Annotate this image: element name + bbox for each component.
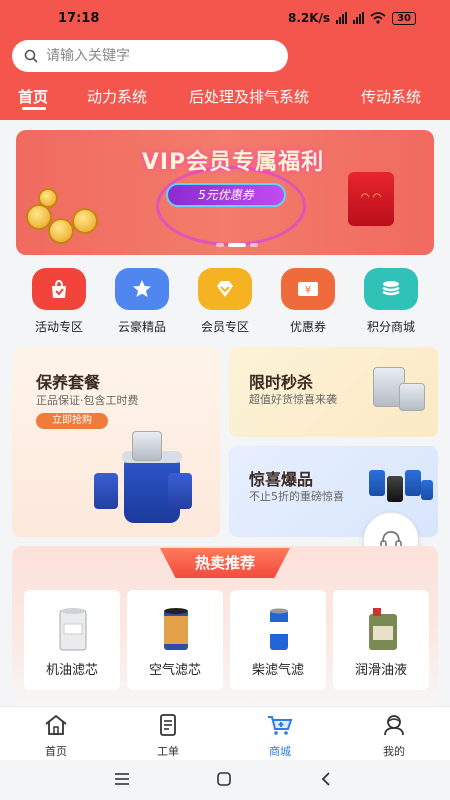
tab-transmission-system[interactable]: 传动系统	[361, 86, 421, 107]
air-filter-image	[164, 608, 188, 650]
product-card-air-filter[interactable]: 空气滤芯	[127, 590, 223, 690]
card-title: 保养套餐	[36, 373, 101, 392]
quick-item-label: 会员专区	[200, 320, 249, 334]
system-nav-bar	[0, 760, 450, 800]
nav-label: 工单	[157, 745, 179, 758]
product-label: 机油滤芯	[45, 663, 98, 678]
oil-filter-image	[59, 608, 87, 651]
card-subtitle: 不止5折的重磅惊喜	[249, 490, 344, 503]
banner-title: VIP会员专属福利	[141, 150, 325, 175]
search-input[interactable]	[46, 48, 266, 64]
back-icon[interactable]	[320, 771, 332, 787]
hot-recommend-title: 热卖推荐	[160, 548, 290, 578]
coins-illustration	[22, 184, 112, 248]
star-icon	[115, 268, 169, 310]
quick-item-label: 积分商城	[366, 320, 415, 334]
nav-mall[interactable]: 商城	[240, 713, 320, 759]
tab-exhaust-system[interactable]: 后处理及排气系统	[189, 86, 309, 107]
quick-item-label: 活动专区	[34, 320, 83, 334]
card-title: 惊喜爆品	[249, 470, 314, 489]
tab-active-indicator	[22, 107, 46, 110]
product-card-diesel-filter[interactable]: 柴滤气滤	[230, 590, 326, 690]
diamond-icon	[198, 268, 252, 310]
cart-icon	[268, 716, 293, 735]
profile-icon	[384, 715, 404, 736]
signal-icon-2	[353, 12, 365, 24]
product-label: 柴滤气滤	[251, 663, 304, 678]
product-card-lubricant[interactable]: 润滑油液	[333, 590, 429, 690]
nav-profile[interactable]: 我的	[354, 713, 434, 759]
buy-now-button[interactable]: 立即抢购	[36, 413, 108, 429]
home-square-icon[interactable]	[216, 771, 232, 787]
status-time: 17:18	[58, 10, 100, 26]
status-bar: 17:18 8.2K/s 30	[0, 0, 450, 36]
product-label: 空气滤芯	[148, 663, 201, 678]
order-icon	[160, 714, 176, 736]
bag-icon	[32, 268, 86, 310]
quick-item-member[interactable]: 会员专区	[185, 268, 265, 335]
wifi-icon	[370, 12, 386, 24]
tab-power-system[interactable]: 动力系统	[87, 86, 147, 107]
red-envelope-icon: ◠ ◠	[348, 172, 394, 226]
quick-item-label: 优惠券	[289, 320, 326, 334]
product-card-oil-filter[interactable]: 机油滤芯	[24, 590, 120, 690]
flash-sale-card[interactable]: 限时秒杀 超值好货惊喜来袭	[229, 347, 438, 437]
maintenance-package-card[interactable]: 保养套餐 正品保证·包含工时费 立即抢购	[12, 347, 220, 537]
search-icon	[24, 49, 38, 63]
svg-text:¥: ¥	[305, 285, 311, 296]
tab-home[interactable]: 首页	[18, 86, 48, 107]
status-indicators: 8.2K/s 30	[288, 11, 416, 25]
hot-recommend-section: 热卖推荐 机油滤芯 空气滤芯 柴滤气滤 润滑油液	[12, 546, 438, 706]
quick-item-label: 云豪精品	[117, 320, 166, 334]
card-title: 限时秒杀	[249, 373, 314, 392]
nav-label: 我的	[383, 745, 405, 758]
nav-work-order[interactable]: 工单	[128, 713, 208, 759]
coins-icon	[364, 268, 418, 310]
banner[interactable]: VIP会员专属福利 5元优惠券 ◠ ◠	[16, 130, 434, 255]
quick-item-premium[interactable]: 云豪精品	[102, 268, 182, 335]
header: 首页 动力系统 后处理及排气系统 传动系统	[0, 36, 450, 120]
home-icon	[45, 714, 67, 735]
signal-icon	[336, 12, 348, 24]
bottom-nav: 首页 工单 商城 我的	[0, 706, 450, 760]
banner-coupon: 5元优惠券	[166, 183, 286, 207]
product-label: 润滑油液	[354, 663, 407, 678]
category-tabs: 首页 动力系统 后处理及排气系统 传动系统	[0, 78, 450, 114]
card-subtitle: 超值好货惊喜来袭	[249, 393, 337, 406]
quick-item-coupon[interactable]: ¥ 优惠券	[268, 268, 348, 335]
menu-icon[interactable]	[114, 772, 130, 786]
quick-item-points-mall[interactable]: 积分商城	[351, 268, 431, 335]
net-speed: 8.2K/s	[287, 11, 331, 25]
quick-item-activity[interactable]: 活动专区	[19, 268, 99, 335]
nav-label: 首页	[45, 745, 67, 758]
nav-home[interactable]: 首页	[16, 713, 96, 759]
search-bar[interactable]	[12, 40, 288, 72]
battery-icon: 30	[392, 11, 416, 25]
lubricant-image	[369, 608, 397, 650]
banner-pagination	[216, 243, 258, 247]
nav-label: 商城	[269, 745, 291, 758]
card-subtitle: 正品保证·包含工时费	[36, 394, 139, 407]
quick-menu: 活动专区 云豪精品 会员专区 ¥ 优惠券 积分商城	[0, 268, 450, 338]
coupon-icon: ¥	[281, 268, 335, 310]
diesel-filter-image	[270, 608, 288, 650]
